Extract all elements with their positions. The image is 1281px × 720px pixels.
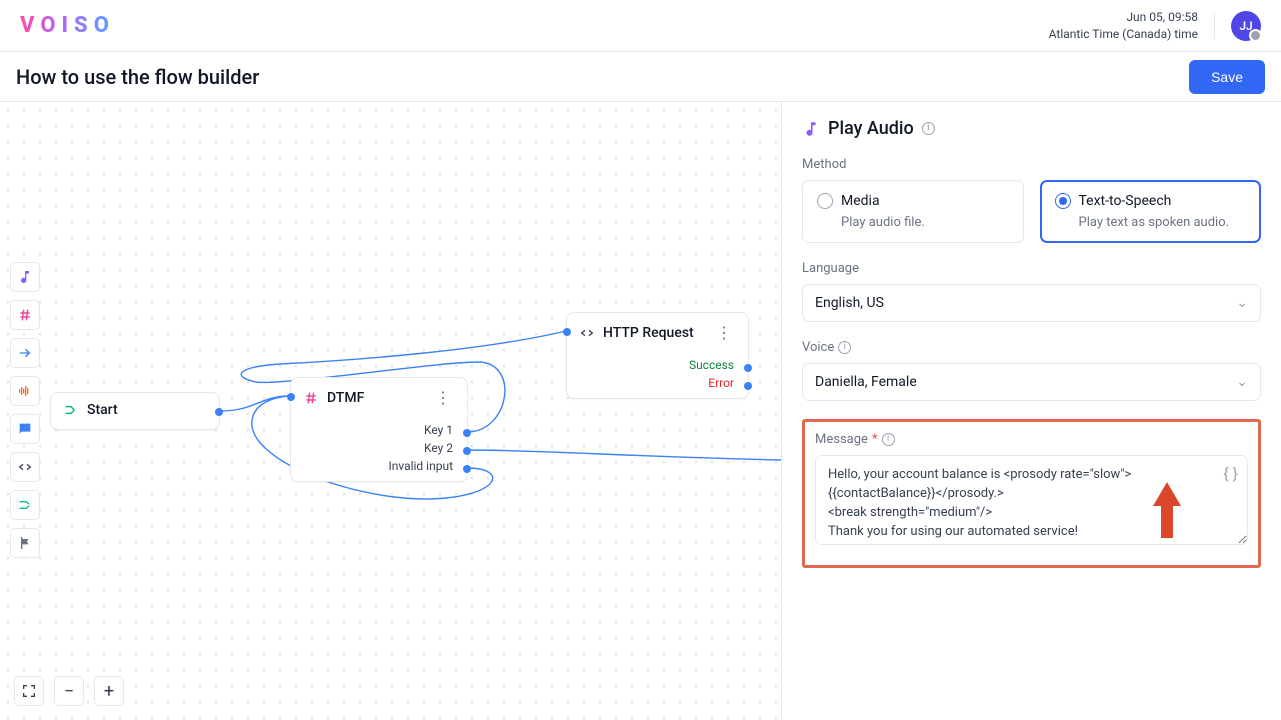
radio-icon [1055, 193, 1071, 209]
hash-icon [17, 307, 33, 323]
zoom-in-button[interactable]: + [94, 676, 124, 706]
output-key1: Key 1 [291, 421, 467, 439]
node-menu-button[interactable]: ⋮ [431, 388, 455, 407]
output-port[interactable] [215, 408, 223, 416]
top-bar: VOISO Jun 05, 09:58 Atlantic Time (Canad… [0, 0, 1281, 52]
method-option-media[interactable]: Media Play audio file. [802, 180, 1024, 243]
palette-dtmf[interactable] [10, 300, 40, 330]
palette-goto[interactable] [10, 338, 40, 368]
node-label: HTTP Request [603, 325, 694, 341]
palette-http[interactable] [10, 452, 40, 482]
output-success: Success [567, 356, 748, 374]
output-port-key1[interactable] [463, 429, 471, 437]
clock-timezone: Atlantic Time (Canada) time [1049, 26, 1198, 42]
voice-select[interactable]: Daniella, Female ⌄ [802, 363, 1261, 401]
user-avatar[interactable]: JJ [1231, 11, 1261, 41]
code-icon [17, 459, 33, 475]
palette-play-audio[interactable] [10, 262, 40, 292]
insert-variable-button[interactable]: { } [1223, 464, 1238, 483]
properties-panel: Play Audio i Method Media Play audio fil… [781, 102, 1281, 720]
input-port[interactable] [287, 393, 295, 401]
chat-icon [17, 421, 33, 437]
code-icon [579, 325, 595, 341]
branch-icon [63, 402, 79, 418]
branch-icon [17, 497, 33, 513]
message-section-highlight: Message * i { } [802, 419, 1261, 568]
info-icon[interactable]: i [882, 433, 895, 446]
language-label: Language [802, 261, 1261, 276]
output-key2: Key 2 [291, 439, 467, 457]
info-icon[interactable]: i [922, 122, 935, 135]
palette-voicemail[interactable] [10, 376, 40, 406]
zoom-out-button[interactable]: − [54, 676, 84, 706]
page-title: How to use the flow builder [16, 65, 259, 89]
flag-icon [17, 535, 33, 551]
output-port-error[interactable] [744, 382, 752, 390]
arrow-right-icon [17, 345, 33, 361]
node-label: DTMF [327, 390, 364, 406]
chevron-down-icon: ⌄ [1236, 295, 1248, 311]
node-dtmf[interactable]: DTMF ⋮ Key 1 Key 2 Invalid input [290, 377, 468, 482]
palette-branch[interactable] [10, 490, 40, 520]
node-http-request[interactable]: HTTP Request ⋮ Success Error [566, 312, 749, 399]
panel-title: Play Audio i [802, 118, 1261, 139]
zoom-controls: − + [14, 676, 124, 706]
message-label: Message * i [815, 432, 1248, 447]
music-note-icon [17, 269, 33, 285]
sound-wave-icon [17, 383, 33, 399]
clock-time: Jun 05, 09:58 [1049, 9, 1198, 25]
method-option-tts[interactable]: Text-to-Speech Play text as spoken audio… [1040, 180, 1262, 243]
fit-view-button[interactable] [14, 676, 44, 706]
divider [1214, 13, 1215, 39]
info-icon[interactable]: i [838, 341, 851, 354]
hash-icon [303, 390, 319, 406]
method-label: Method [802, 157, 1261, 172]
output-error: Error [567, 374, 748, 398]
output-invalid: Invalid input [291, 457, 467, 481]
output-port-success[interactable] [744, 364, 752, 372]
voice-label: Voice i [802, 340, 1261, 355]
palette-flag[interactable] [10, 528, 40, 558]
logo: VOISO [20, 13, 115, 38]
palette-message[interactable] [10, 414, 40, 444]
node-start[interactable]: Start [50, 392, 220, 430]
language-select[interactable]: English, US ⌄ [802, 284, 1261, 322]
output-port-invalid[interactable] [463, 465, 471, 473]
avatar-initials: JJ [1239, 19, 1252, 33]
chevron-down-icon: ⌄ [1236, 374, 1248, 390]
clock-block: Jun 05, 09:58 Atlantic Time (Canada) tim… [1049, 9, 1198, 41]
input-port[interactable] [563, 328, 571, 336]
music-note-icon [802, 120, 820, 138]
fullscreen-icon [21, 683, 37, 699]
node-label: Start [87, 402, 118, 418]
node-palette [10, 262, 40, 558]
output-port-key2[interactable] [463, 447, 471, 455]
title-bar: How to use the flow builder Save [0, 52, 1281, 102]
flow-canvas[interactable]: Start DTMF ⋮ Key 1 Key 2 Invalid input [0, 102, 781, 720]
message-textarea[interactable] [815, 455, 1248, 545]
radio-icon [817, 193, 833, 209]
save-button[interactable]: Save [1189, 60, 1265, 94]
node-menu-button[interactable]: ⋮ [712, 323, 736, 342]
